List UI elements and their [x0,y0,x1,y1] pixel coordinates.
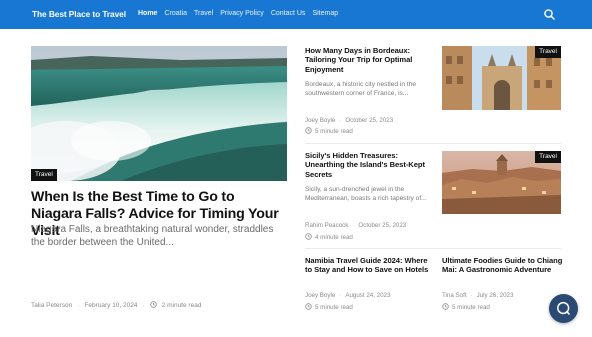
separator-dot: · [77,302,80,309]
main-nav: Home Croatia Travel Privacy Policy Conta… [138,10,345,17]
separator-dot: · [339,117,342,124]
card-date: October 25, 2023 [358,222,407,229]
card-date: August 24, 2023 [345,292,391,299]
chat-bubble-icon [556,301,571,321]
nav-croatia[interactable]: Croatia [164,10,187,17]
card-read-time: 5 minute read [305,303,353,312]
clock-icon [305,127,312,136]
hero-author[interactable]: Talia Peterson [31,302,72,309]
card-excerpt: Bordeaux, a historic city nestled in the… [305,81,417,98]
card-image-sicily[interactable]: Travel [442,151,561,215]
card-category-badge[interactable]: Travel [535,151,561,163]
nav-travel[interactable]: Travel [194,10,213,17]
card-author[interactable]: Tina Soft [442,292,467,299]
clock-icon [305,233,312,242]
card-title[interactable]: Sicily's Hidden Treasures: Unearthing th… [305,151,427,179]
card-meta: Tina Soft · July 26, 2023 [442,292,513,299]
card-title[interactable]: Namibia Travel Guide 2024: Where to Stay… [305,256,430,275]
nav-contact-us[interactable]: Contact Us [271,10,306,17]
divider [305,143,561,144]
read-time-label: 4 minute read [315,234,353,241]
nav-privacy-policy[interactable]: Privacy Policy [220,10,264,17]
card-meta: Joey Boyle · August 24, 2023 [305,292,390,299]
hero-category-badge[interactable]: Travel [31,169,57,181]
separator-dot: · [339,292,342,299]
site-title[interactable]: The Best Place to Travel [32,9,126,19]
nav-sitemap[interactable]: Sitemap [312,10,338,17]
card-read-time: 5 minute read [305,127,353,136]
card-author[interactable]: Rahim Peacock [305,222,348,229]
card-date: October 25, 2023 [345,117,394,124]
chat-button[interactable] [549,294,578,323]
card-category-badge[interactable]: Travel [535,46,561,58]
hero-meta: Talia Peterson · February 10, 2024 · 2 m… [31,301,201,310]
nav-home[interactable]: Home [138,10,157,17]
card-meta: Rahim Peacock · October 25, 2023 [305,222,406,229]
hero-read-time: 2 minute read [161,302,202,309]
read-time-label: 5 minute read [315,128,353,135]
separator-dot: · [352,222,355,229]
hero-excerpt: Niagara Falls, a breathtaking natural wo… [31,224,274,248]
card-meta: Joey Boyle · October 25, 2023 [305,117,393,124]
card-read-time: 5 minute read [442,303,490,312]
divider [305,248,561,249]
site-header: The Best Place to Travel Home Croatia Tr… [0,0,592,29]
card-author[interactable]: Joey Boyle [305,117,335,124]
clock-icon [149,301,157,310]
read-time-label: 5 minute read [452,304,490,311]
separator-dot: · [142,302,145,309]
clock-icon [442,303,449,312]
separator-dot: · [470,292,473,299]
card-image-bordeaux[interactable]: Travel [442,46,561,110]
clock-icon [305,303,312,312]
read-time-label: 5 minute read [315,304,353,311]
card-date: July 26, 2023 [476,292,514,299]
card-excerpt: Sicily, a sun-drenched jewel in the Medi… [305,186,427,203]
card-title[interactable]: How Many Days in Bordeaux: Tailoring You… [305,46,427,74]
card-read-time: 4 minute read [305,233,353,242]
search-icon[interactable] [543,8,556,21]
hero-image[interactable]: Travel [31,46,287,181]
hero-date: February 10, 2024 [84,302,138,309]
card-author[interactable]: Joey Boyle [305,292,335,299]
card-title[interactable]: Ultimate Foodies Guide to Chiang Mai: A … [442,256,567,275]
